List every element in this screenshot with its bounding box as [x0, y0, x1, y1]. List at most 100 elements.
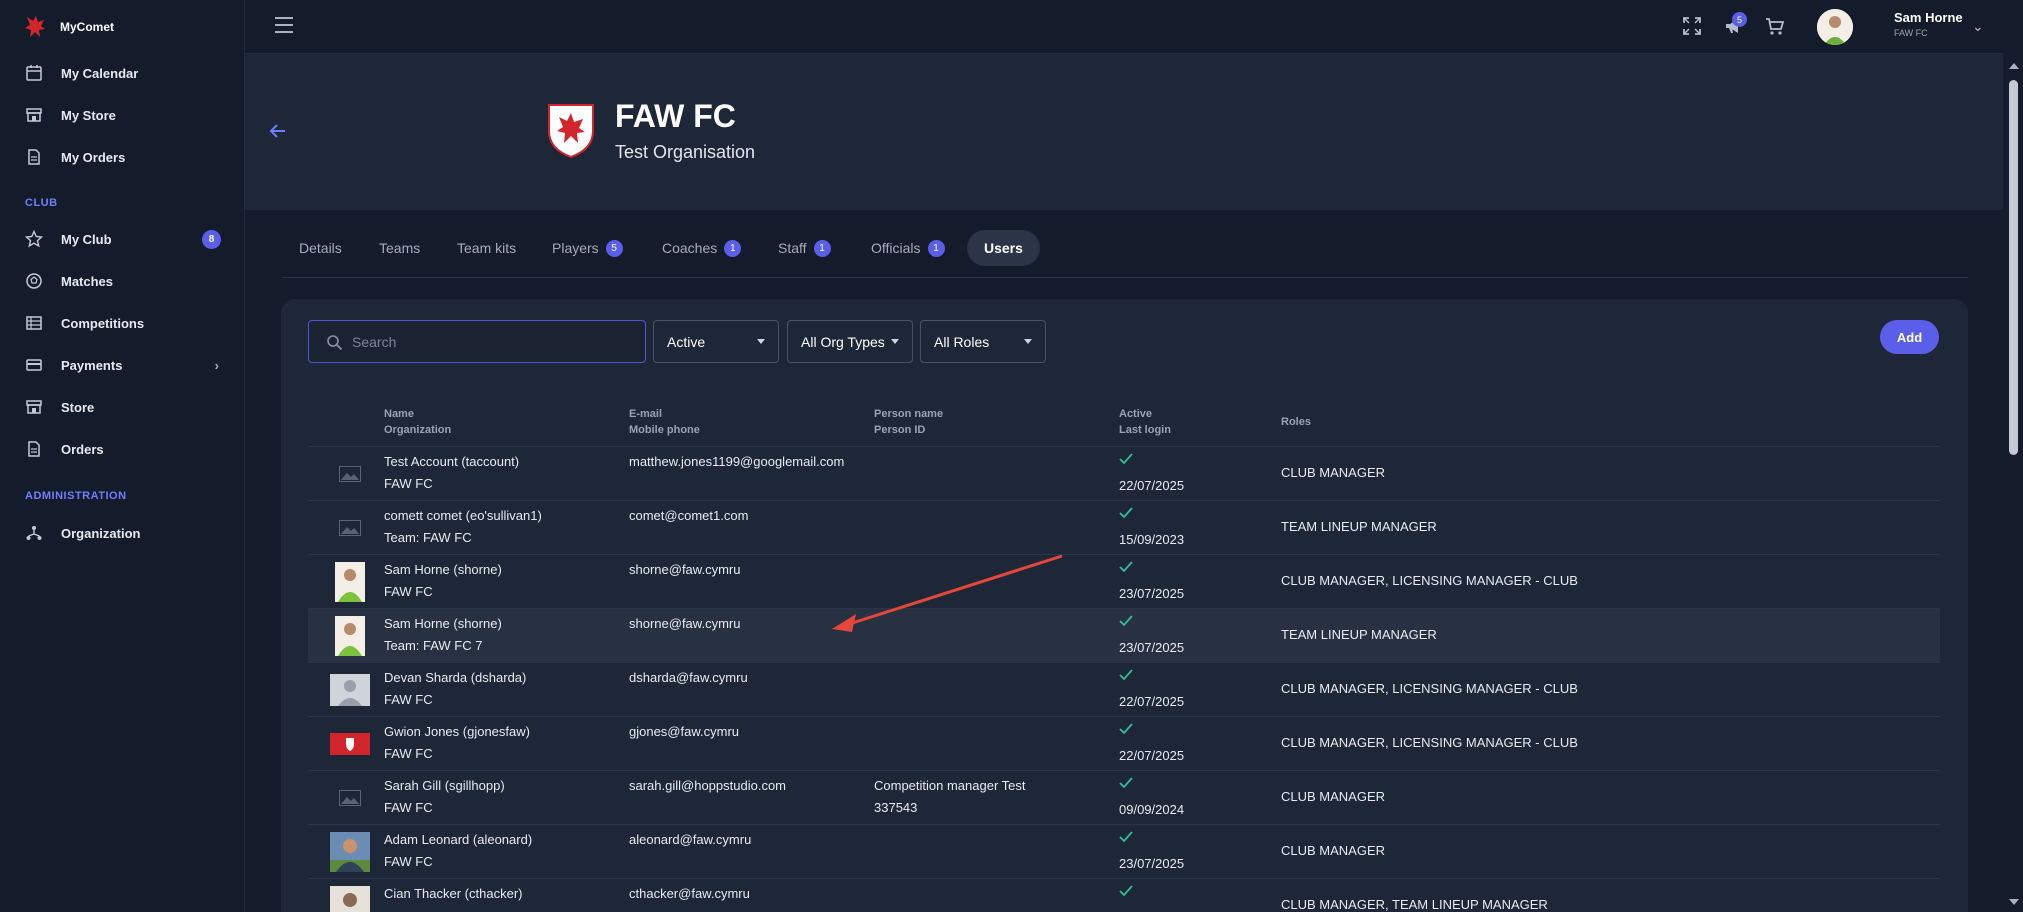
user-email-cell[interactable]: gjones@faw.cymru	[629, 724, 739, 739]
last-login-cell: 23/07/2025	[1119, 640, 1185, 655]
fullscreen-icon[interactable]	[1681, 15, 1703, 37]
user-thumbnail	[330, 728, 370, 760]
user-org: FAW FC	[1894, 28, 1928, 38]
section-label-administration: ADMINISTRATION	[25, 490, 127, 502]
user-email-cell[interactable]: shorne@faw.cymru	[629, 616, 740, 631]
roles-cell: CLUB MANAGER	[1281, 465, 1386, 480]
last-login-cell: 09/09/2024	[1119, 802, 1185, 817]
star-icon	[25, 230, 43, 248]
user-name-cell: comett comet (eo'sullivan1)	[384, 508, 542, 523]
user-email-cell[interactable]: cthacker@faw.cymru	[629, 886, 750, 901]
users-panel: Active All Org Types All Roles Add Name O…	[281, 299, 1968, 912]
user-email-cell[interactable]: sarah.gill@hoppstudio.com	[629, 778, 786, 793]
tab-details[interactable]: Details	[299, 230, 342, 266]
column-header-person[interactable]: Person name Person ID	[874, 406, 943, 438]
table-row[interactable]: Adam Leonard (aleonard) FAW FC aleonard@fa…	[308, 824, 1940, 878]
chevron-down-icon[interactable]: ⌄	[1972, 18, 1984, 35]
sidebar-item-competitions[interactable]: Competitions	[0, 302, 245, 344]
sidebar-item-my-orders[interactable]: My Orders	[0, 136, 245, 178]
user-thumbnail	[330, 562, 370, 602]
tab-teams[interactable]: Teams	[379, 230, 420, 266]
user-name-cell: Sam Horne (shorne)	[384, 562, 502, 577]
user-email-cell[interactable]: shorne@faw.cymru	[629, 562, 740, 577]
sidebar-item-orders[interactable]: Orders	[0, 428, 245, 470]
soccer-ball-icon	[26, 273, 42, 289]
user-email-cell[interactable]: matthew.jones1199@googlemail.com	[629, 454, 844, 469]
table-row[interactable]: Sarah Gill (sgillhopp) FAW FC sarah.gill@h…	[308, 770, 1940, 824]
scroll-up-icon[interactable]	[2009, 63, 2019, 69]
tab-count-badge: 5	[605, 239, 623, 257]
document-icon	[28, 149, 40, 165]
search-input[interactable]	[352, 331, 632, 353]
sidebar-item-label: My Store	[61, 107, 116, 123]
caret-down-icon	[1024, 339, 1032, 344]
column-header-roles[interactable]: Roles	[1281, 414, 1311, 430]
organisation-header: FAW FC Test Organisation	[245, 54, 2003, 210]
user-name-cell: Devan Sharda (dsharda)	[384, 670, 527, 685]
status-select[interactable]: Active	[653, 320, 779, 363]
tab-players[interactable]: Players 5	[552, 230, 623, 266]
top-bar: 5 Sam Horne FAW FC ⌄	[245, 0, 2003, 54]
header-line: Name	[384, 408, 414, 420]
scrollbar-thumb[interactable]	[2009, 80, 2018, 455]
page-scrollbar[interactable]	[2003, 54, 2023, 912]
last-login-cell: 22/07/2025	[1119, 748, 1185, 763]
sidebar-item-organization[interactable]: Organization	[0, 512, 245, 554]
table-row[interactable]: Gwion Jones (gjonesfaw) FAW FC gjones@faw.…	[308, 716, 1940, 770]
table-row[interactable]: Sam Horne (shorne) FAW FC shorne@faw.cymru…	[308, 554, 1940, 608]
sidebar-item-my-store[interactable]: My Store	[0, 94, 245, 136]
user-name-cell: Sarah Gill (sgillhopp)	[384, 778, 505, 793]
active-check-icon	[1119, 507, 1133, 519]
header-line: Person ID	[874, 424, 926, 436]
user-thumbnail	[330, 512, 370, 544]
column-header-name[interactable]: Name Organization	[384, 406, 451, 438]
brand[interactable]: MyComet	[0, 0, 244, 54]
header-line: Organization	[384, 424, 452, 436]
sidebar-item-payments[interactable]: Payments ›	[0, 344, 245, 386]
search-icon	[327, 335, 343, 351]
table-row[interactable]: Test Account (taccount) FAW FC matthew.jon…	[308, 446, 1940, 500]
back-arrow-icon[interactable]	[267, 120, 289, 142]
scroll-down-icon[interactable]	[2009, 899, 2019, 905]
tab-officials[interactable]: Officials 1	[871, 230, 945, 266]
sidebar-item-matches[interactable]: Matches	[0, 260, 245, 302]
column-header-email[interactable]: E-mail Mobile phone	[629, 406, 700, 438]
user-email-cell[interactable]: dsharda@faw.cymru	[629, 670, 748, 685]
user-email-cell[interactable]: aleonard@faw.cymru	[629, 832, 751, 847]
sidebar-item-label: Store	[61, 399, 95, 415]
sidebar-item-my-calendar[interactable]: My Calendar	[0, 52, 245, 94]
organisation-name: FAW FC	[615, 98, 736, 134]
user-email-cell[interactable]: comet@comet1.com	[629, 508, 748, 523]
person-name-cell: Competition manager Test	[874, 778, 1026, 793]
add-user-button[interactable]: Add	[1880, 320, 1939, 354]
roles-cell: CLUB MANAGER, LICENSING MANAGER - CLUB	[1281, 735, 1578, 750]
cart-icon[interactable]	[1764, 15, 1786, 37]
menu-toggle-icon[interactable]	[275, 17, 293, 37]
user-org-cell: FAW FC	[384, 692, 433, 707]
last-login-cell: 15/09/2023	[1119, 532, 1185, 547]
sidebar-item-store[interactable]: Store	[0, 386, 245, 428]
search-box[interactable]	[308, 320, 646, 363]
org-types-select[interactable]: All Org Types	[787, 320, 913, 363]
tab-coaches[interactable]: Coaches 1	[662, 230, 742, 266]
sidebar-item-my-club[interactable]: My Club 8	[0, 218, 245, 260]
roles-cell: CLUB MANAGER	[1281, 843, 1386, 858]
credit-card-icon	[26, 359, 42, 371]
tab-users[interactable]: Users	[967, 230, 1040, 266]
table-row[interactable]: Cian Thacker (cthacker) cthacker@faw.cymr…	[308, 878, 1940, 912]
roles-select[interactable]: All Roles	[920, 320, 1046, 363]
tab-staff[interactable]: Staff 1	[778, 230, 831, 266]
user-name[interactable]: Sam Horne	[1894, 10, 1963, 25]
table-row[interactable]: Sam Horne (shorne) Team: FAW FC 7 shorne@f…	[308, 608, 1940, 662]
user-thumbnail	[330, 886, 370, 912]
table-icon	[26, 316, 42, 330]
last-login-cell: 23/07/2025	[1119, 586, 1185, 601]
table-row[interactable]: Devan Sharda (dsharda) FAW FC dsharda@faw.…	[308, 662, 1940, 716]
user-thumbnail	[330, 674, 370, 706]
person-id-cell: 337543	[874, 800, 918, 815]
tab-label: Officials	[871, 240, 921, 256]
column-header-active[interactable]: Active Last login	[1119, 406, 1171, 438]
user-avatar[interactable]	[1817, 9, 1853, 45]
tab-team-kits[interactable]: Team kits	[457, 230, 516, 266]
table-row[interactable]: comett comet (eo'sullivan1) Team: FAW FC c…	[308, 500, 1940, 554]
